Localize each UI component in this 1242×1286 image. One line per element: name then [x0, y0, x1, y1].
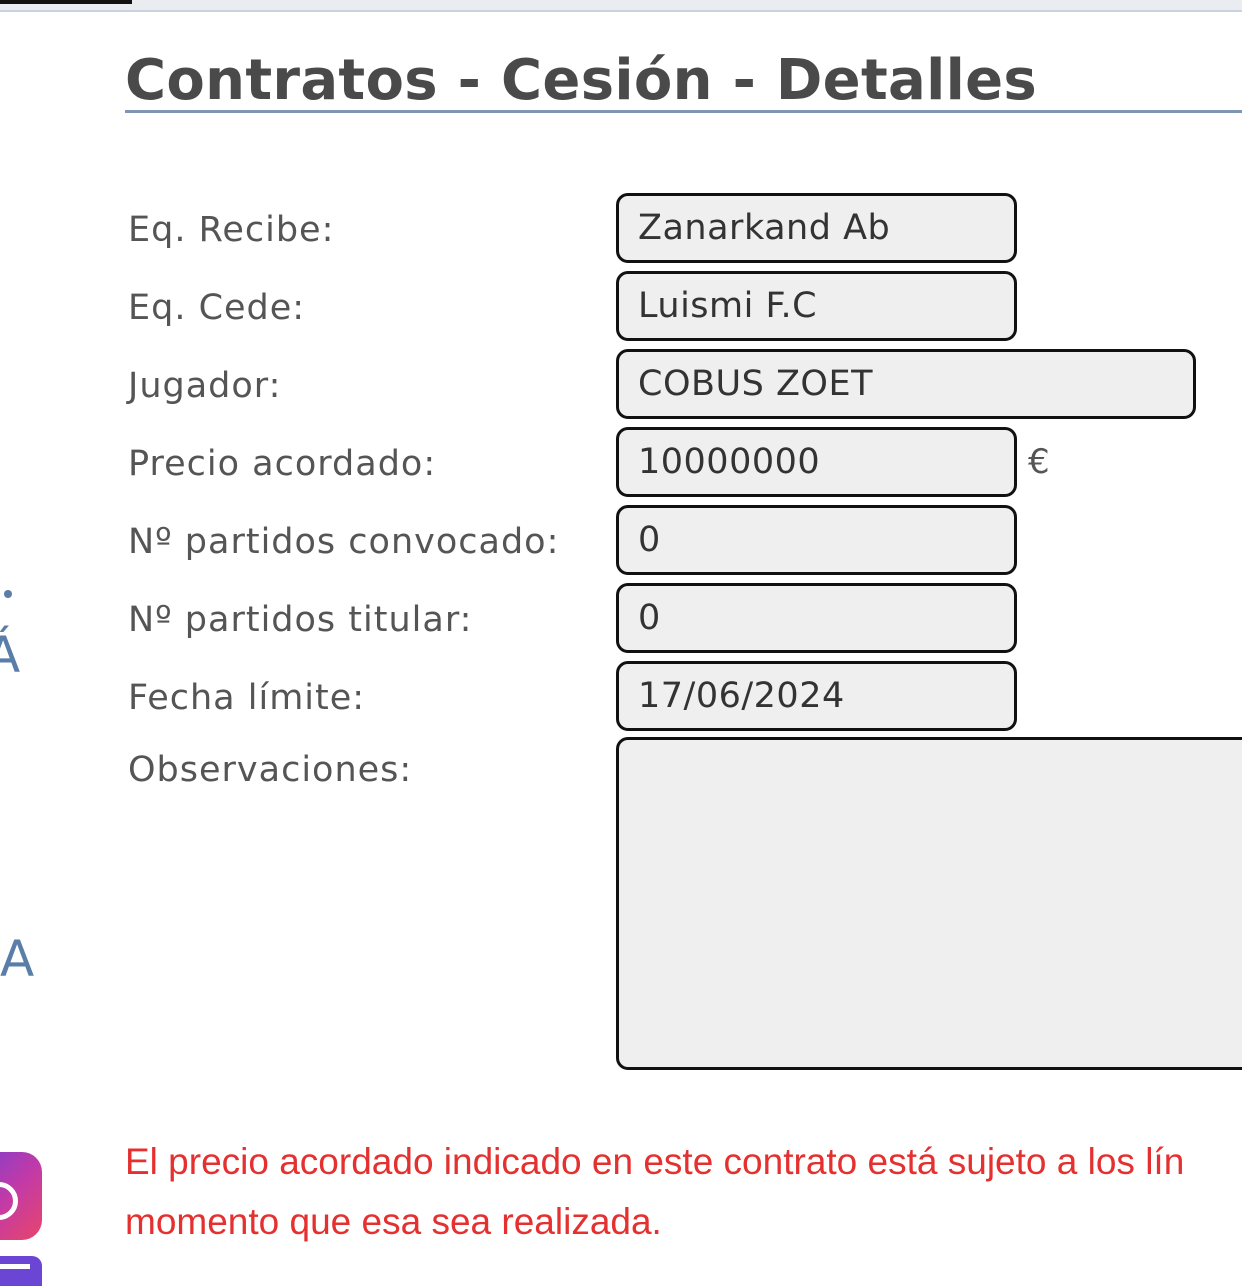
- top-bar: [0, 0, 1242, 12]
- precio-label: Precio acordado:: [128, 444, 437, 484]
- page-title: Contratos - Cesión - Detalles: [125, 48, 1038, 113]
- convocado-label: Nº partidos convocado:: [128, 522, 560, 562]
- fecha-label: Fecha límite:: [128, 678, 366, 718]
- top-tab-indicator: [0, 0, 132, 4]
- instagram-lens-icon: [0, 1182, 18, 1220]
- jugador-label: Jugador:: [128, 366, 282, 406]
- convocado-field[interactable]: 0: [616, 505, 1017, 575]
- precio-field[interactable]: 10000000: [616, 427, 1017, 497]
- social-icon[interactable]: [0, 1256, 42, 1286]
- sidebar-menu-item-clipped[interactable]: Á: [0, 630, 20, 680]
- price-notice-line-2: momento que esa sea realizada.: [125, 1201, 662, 1242]
- price-notice: El precio acordado indicado en este cont…: [125, 1132, 1242, 1252]
- instagram-icon[interactable]: [0, 1152, 42, 1240]
- eq-cede-field[interactable]: Luismi F.C: [616, 271, 1017, 341]
- fecha-field[interactable]: 17/06/2024: [616, 661, 1017, 731]
- price-notice-line-1: El precio acordado indicado en este cont…: [125, 1141, 1185, 1182]
- observaciones-textarea[interactable]: [616, 737, 1242, 1070]
- sidebar-dot: [4, 590, 12, 598]
- titular-field[interactable]: 0: [616, 583, 1017, 653]
- social-icon-bar: [0, 1264, 30, 1269]
- titular-label: Nº partidos titular:: [128, 600, 473, 640]
- currency-symbol: €: [1028, 442, 1050, 482]
- title-divider: [125, 110, 1242, 113]
- eq-recibe-label: Eq. Recibe:: [128, 210, 335, 250]
- eq-cede-label: Eq. Cede:: [128, 288, 306, 328]
- eq-recibe-field[interactable]: Zanarkand Ab: [616, 193, 1017, 263]
- observaciones-label: Observaciones:: [128, 750, 413, 790]
- jugador-field[interactable]: COBUS ZOET: [616, 349, 1196, 419]
- sidebar-menu-item-clipped-2[interactable]: A: [0, 934, 34, 984]
